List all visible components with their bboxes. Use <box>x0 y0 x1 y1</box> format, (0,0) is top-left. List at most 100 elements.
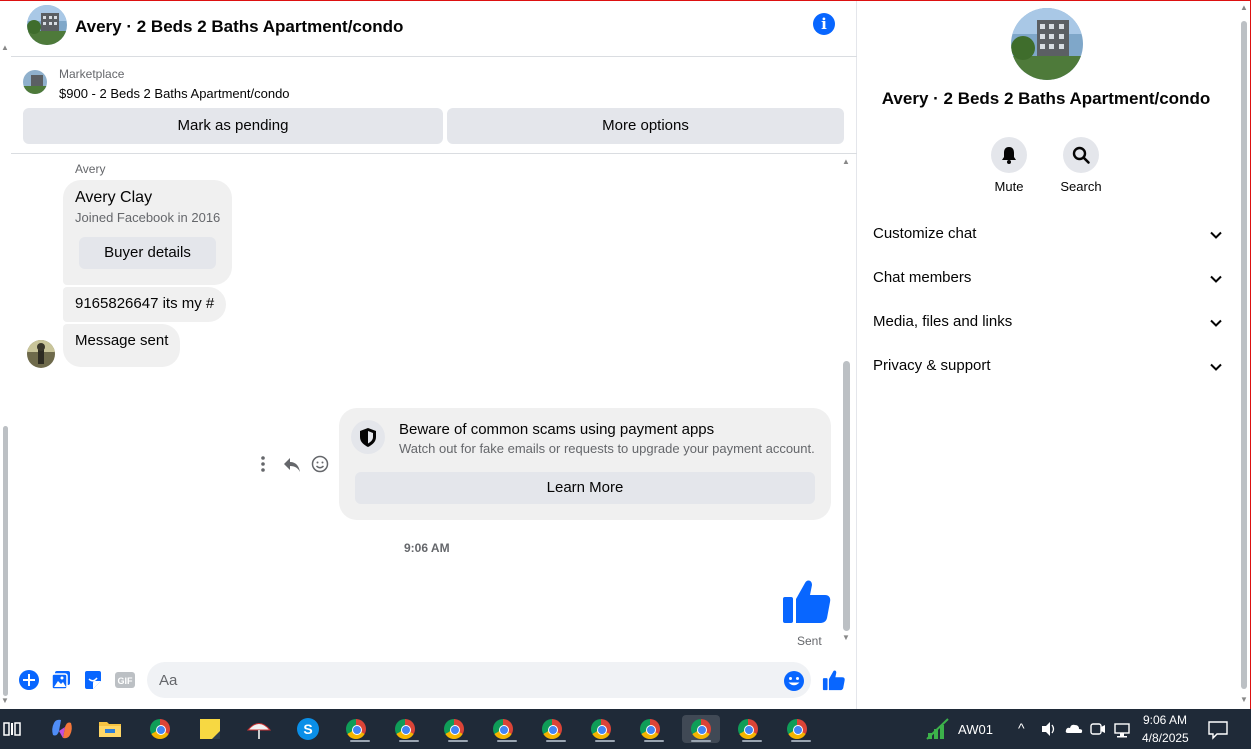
mark-pending-button[interactable]: Mark as pending <box>23 108 443 144</box>
scroll-thumb[interactable] <box>1241 21 1247 689</box>
message-actions <box>255 453 335 477</box>
scam-warning-title: Beware of common scams using payment app… <box>399 421 715 438</box>
buyer-profile-card: Avery Clay Joined Facebook in 2016 Buyer… <box>63 180 232 285</box>
search-label: Search <box>1060 179 1102 194</box>
sticker-icon[interactable] <box>82 669 104 691</box>
chat-pane: Avery · 2 Beds 2 Baths Apartment/condo i… <box>11 1 857 709</box>
chrome-profile-icon[interactable] <box>342 715 370 743</box>
react-emoji-icon[interactable] <box>309 453 331 475</box>
scroll-up-icon[interactable]: ▲ <box>1240 3 1248 12</box>
scroll-down-icon[interactable]: ▼ <box>1240 695 1248 704</box>
message-bubble[interactable]: Message sent <box>63 324 181 367</box>
message-bubble[interactable]: 9165826647 its my # <box>63 287 227 322</box>
chrome-profile-icon[interactable] <box>587 715 615 743</box>
section-label: Privacy & support <box>873 357 991 374</box>
chrome-profile-icon[interactable] <box>734 715 762 743</box>
reply-icon[interactable] <box>281 453 303 475</box>
messages-scrollbar[interactable]: ▲ ▼ <box>840 157 852 647</box>
chrome-icon[interactable] <box>146 715 174 743</box>
network-signal-icon[interactable] <box>924 715 952 743</box>
sticky-notes-icon[interactable] <box>196 715 224 743</box>
meet-icon[interactable] <box>1089 715 1107 743</box>
listing-bar: Marketplace $900 - 2 Beds 2 Baths Apartm… <box>11 58 857 154</box>
chrome-profile-icon[interactable] <box>391 715 419 743</box>
chevron-down-icon <box>1210 231 1222 239</box>
chat-info-panel: Avery · 2 Beds 2 Baths Apartment/condo M… <box>858 1 1238 709</box>
listing-thumbnail[interactable] <box>23 70 47 94</box>
section-privacy-support[interactable]: Privacy & support <box>873 357 1223 381</box>
emoji-icon[interactable] <box>783 670 805 692</box>
chrome-profile-icon-active[interactable] <box>682 715 720 743</box>
file-explorer-icon[interactable] <box>96 715 124 743</box>
chrome-profile-icon[interactable] <box>538 715 566 743</box>
send-like-icon[interactable] <box>822 668 845 691</box>
search-icon <box>1063 137 1099 173</box>
sender-avatar[interactable] <box>27 340 55 368</box>
buyer-joined: Joined Facebook in 2016 <box>75 210 221 225</box>
chevron-down-icon <box>1210 363 1222 371</box>
listing-avatar[interactable] <box>27 5 67 45</box>
task-view-icon[interactable] <box>2 715 22 743</box>
volume-icon[interactable] <box>1040 715 1058 743</box>
ethernet-icon[interactable] <box>1112 715 1132 743</box>
search-button[interactable]: Search <box>1051 137 1111 194</box>
chevron-up-icon[interactable]: ^ <box>1018 720 1025 736</box>
copilot-icon[interactable] <box>48 715 76 743</box>
skype-icon[interactable]: S <box>294 715 322 743</box>
marketplace-label: Marketplace <box>59 67 125 81</box>
buyer-name: Avery Clay <box>75 189 153 206</box>
message-input[interactable] <box>147 662 811 698</box>
listing-avatar-large[interactable] <box>1011 8 1083 80</box>
mute-button[interactable]: Mute <box>979 137 1039 194</box>
chrome-profile-icon[interactable] <box>440 715 468 743</box>
section-media-files-links[interactable]: Media, files and links <box>873 313 1223 337</box>
mute-label: Mute <box>994 179 1024 194</box>
section-label: Chat members <box>873 269 972 286</box>
scroll-thumb[interactable] <box>3 426 8 696</box>
chrome-profile-icon[interactable] <box>783 715 811 743</box>
svg-text:S: S <box>303 721 312 737</box>
message-composer: GIF <box>11 655 857 709</box>
thumbs-up-icon[interactable] <box>781 575 833 627</box>
scroll-thumb[interactable] <box>843 361 850 631</box>
info-icon[interactable]: i <box>813 13 835 35</box>
info-title: Avery · 2 Beds 2 Baths Apartment/condo <box>881 89 1211 108</box>
scroll-down-icon[interactable]: ▼ <box>1 696 9 705</box>
photo-icon[interactable] <box>50 669 72 691</box>
message-timestamp: 9:06 AM <box>404 541 450 555</box>
page-scrollbar[interactable]: ▲ ▼ <box>1238 1 1250 709</box>
cloud-icon[interactable] <box>1064 715 1084 743</box>
more-icon[interactable] <box>255 453 277 475</box>
scroll-up-icon[interactable]: ▲ <box>1 43 9 52</box>
chrome-profile-icon[interactable] <box>489 715 517 743</box>
section-chat-members[interactable]: Chat members <box>873 269 1223 293</box>
tray-label[interactable]: AW01 <box>958 722 993 737</box>
gif-icon[interactable]: GIF <box>114 669 136 691</box>
clock-time[interactable]: 9:06 AM <box>1143 713 1187 727</box>
add-icon[interactable] <box>18 669 40 691</box>
left-edge-scrollbar[interactable]: ▲ ▼ <box>0 1 11 709</box>
message-list: Avery Avery Clay Joined Facebook in 2016… <box>11 155 857 655</box>
more-options-button[interactable]: More options <box>447 108 844 144</box>
notifications-icon[interactable] <box>1206 715 1230 743</box>
scroll-up-icon[interactable]: ▲ <box>842 157 850 166</box>
bell-icon <box>991 137 1027 173</box>
listing-price-title[interactable]: $900 - 2 Beds 2 Baths Apartment/condo <box>59 86 290 101</box>
section-label: Media, files and links <box>873 313 1013 330</box>
scam-warning-card: Beware of common scams using payment app… <box>339 408 831 520</box>
section-customize-chat[interactable]: Customize chat <box>873 225 1223 249</box>
chat-header: Avery · 2 Beds 2 Baths Apartment/condo i <box>11 1 857 57</box>
chevron-down-icon <box>1210 319 1222 327</box>
section-label: Customize chat <box>873 225 977 242</box>
scam-warning-description: Watch out for fake emails or requests to… <box>399 441 815 456</box>
sent-status: Sent <box>797 634 822 648</box>
shield-icon <box>351 420 385 454</box>
chevron-down-icon <box>1210 275 1222 283</box>
app-umbrella-icon[interactable] <box>245 715 273 743</box>
learn-more-button[interactable]: Learn More <box>355 472 815 504</box>
svg-text:GIF: GIF <box>118 676 134 686</box>
chrome-profile-icon[interactable] <box>636 715 664 743</box>
scroll-down-icon[interactable]: ▼ <box>842 633 850 642</box>
buyer-details-button[interactable]: Buyer details <box>79 237 216 269</box>
clock-date[interactable]: 4/8/2025 <box>1142 731 1189 745</box>
